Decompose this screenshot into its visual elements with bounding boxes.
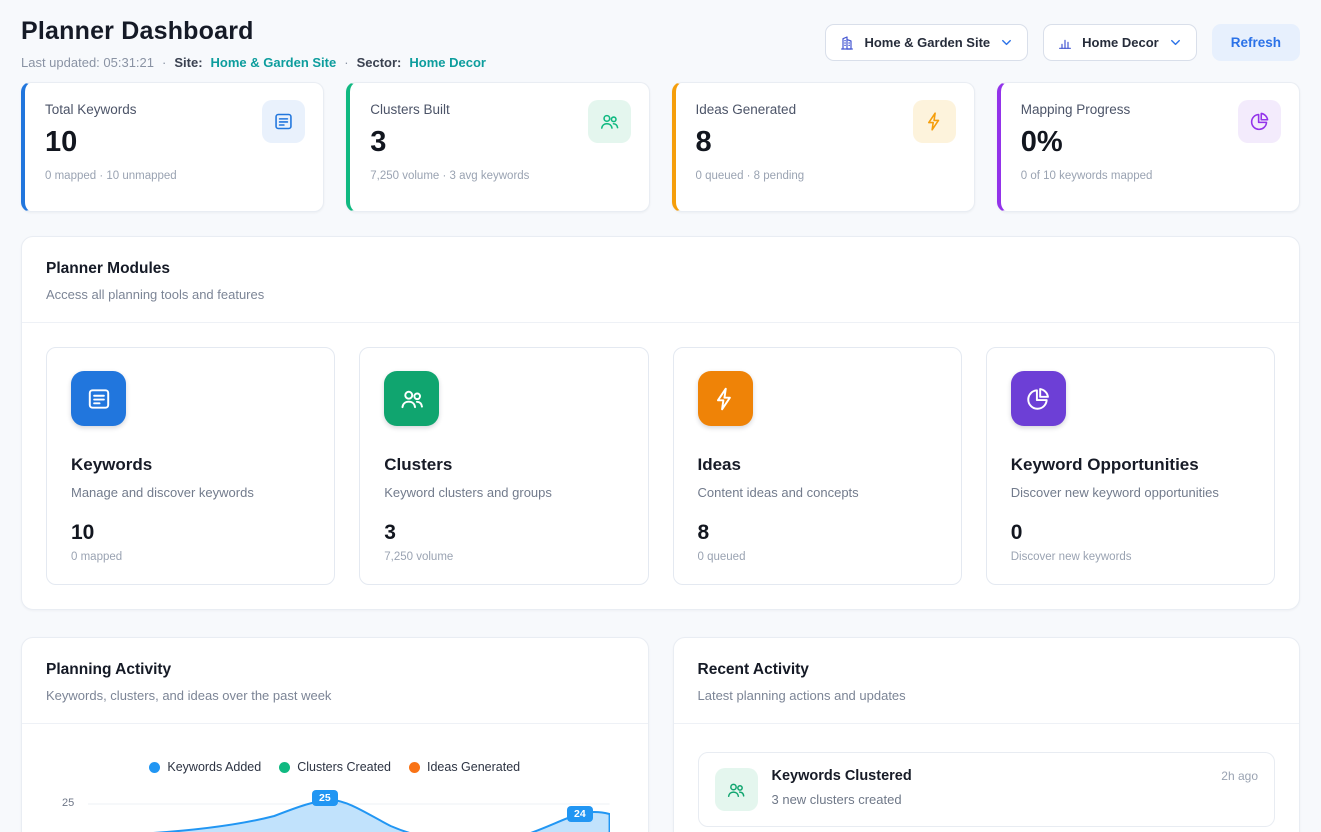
chevron-down-icon <box>999 35 1014 50</box>
legend-label: Clusters Created <box>297 760 391 774</box>
header: Planner Dashboard Last updated: 05:31:21… <box>21 16 1300 70</box>
panel-subtitle: Keywords, clusters, and ideas over the p… <box>46 688 624 703</box>
header-controls: Home & Garden Site Home Decor Refresh <box>825 24 1300 61</box>
recent-activity-panel: Recent Activity Latest planning actions … <box>673 637 1301 832</box>
planner-modules-panel: Planner Modules Access all planning tool… <box>21 236 1300 610</box>
activity-item-time: 2h ago <box>1221 769 1258 783</box>
module-description: Content ideas and concepts <box>698 485 937 500</box>
site-selector-dropdown[interactable]: Home & Garden Site <box>825 24 1028 61</box>
legend-label: Keywords Added <box>167 760 261 774</box>
sector-selector-value: Home Decor <box>1082 35 1159 50</box>
module-title: Keywords <box>71 455 310 475</box>
site-link[interactable]: Home & Garden Site <box>211 55 337 70</box>
module-card-ideas[interactable]: Ideas Content ideas and concepts 8 0 que… <box>673 347 962 585</box>
module-value: 10 <box>71 521 310 545</box>
recent-activity-body: Keywords Clustered 2h ago 3 new clusters… <box>674 724 1300 827</box>
legend-dot <box>409 762 420 773</box>
stat-card-total-keywords: Total Keywords 10 0 mapped · 10 unmapped <box>21 82 324 212</box>
sector-selector-dropdown[interactable]: Home Decor <box>1043 24 1197 61</box>
planning-activity-body: Keywords Added Clusters Created Ideas Ge… <box>22 724 648 832</box>
module-card-keywords[interactable]: Keywords Manage and discover keywords 10… <box>46 347 335 585</box>
list-icon <box>71 371 126 426</box>
site-label: Site: <box>174 55 202 70</box>
planning-activity-header: Planning Activity Keywords, clusters, an… <box>22 638 648 724</box>
pie-chart-icon <box>1238 100 1281 143</box>
site-selector-value: Home & Garden Site <box>864 35 990 50</box>
module-card-clusters[interactable]: Clusters Keyword clusters and groups 3 7… <box>359 347 648 585</box>
stat-detail: 7,250 volume · 3 avg keywords <box>370 170 628 182</box>
planning-activity-panel: Planning Activity Keywords, clusters, an… <box>21 637 649 832</box>
legend-item-keywords-added: Keywords Added <box>149 760 261 774</box>
module-title: Clusters <box>384 455 623 475</box>
module-card-keyword-opportunities[interactable]: Keyword Opportunities Discover new keywo… <box>986 347 1275 585</box>
legend-dot <box>279 762 290 773</box>
module-detail: 0 mapped <box>71 551 310 563</box>
module-detail: 0 queued <box>698 551 937 563</box>
module-value: 0 <box>1011 521 1250 545</box>
header-left: Planner Dashboard Last updated: 05:31:21… <box>21 16 486 70</box>
legend-dot <box>149 762 160 773</box>
area-chart-series <box>88 788 610 832</box>
pie-chart-icon <box>1011 371 1066 426</box>
module-value: 8 <box>698 521 937 545</box>
module-title: Ideas <box>698 455 937 475</box>
meta-separator: · <box>344 55 348 70</box>
stat-detail: 0 queued · 8 pending <box>696 170 954 182</box>
stats-row: Total Keywords 10 0 mapped · 10 unmapped… <box>21 82 1300 212</box>
recent-activity-header: Recent Activity Latest planning actions … <box>674 638 1300 724</box>
module-detail: Discover new keywords <box>1011 551 1250 563</box>
bar-chart-icon <box>1057 35 1073 51</box>
planner-modules-header: Planner Modules Access all planning tool… <box>22 237 1299 323</box>
refresh-button[interactable]: Refresh <box>1212 24 1300 61</box>
legend-item-ideas-generated: Ideas Generated <box>409 760 520 774</box>
module-description: Manage and discover keywords <box>71 485 310 500</box>
point-label-badge: 24 <box>567 806 593 822</box>
panel-title: Recent Activity <box>698 661 1276 679</box>
sector-label: Sector: <box>357 55 402 70</box>
panel-title: Planner Modules <box>46 260 1275 278</box>
chevron-down-icon <box>1168 35 1183 50</box>
bolt-icon <box>698 371 753 426</box>
module-value: 3 <box>384 521 623 545</box>
legend-item-clusters-created: Clusters Created <box>279 760 391 774</box>
planning-activity-chart: 25 25 24 <box>62 788 614 832</box>
panel-title: Planning Activity <box>46 661 624 679</box>
stat-card-clusters-built: Clusters Built 3 7,250 volume · 3 avg ke… <box>346 82 649 212</box>
last-updated-text: Last updated: 05:31:21 <box>21 55 154 70</box>
stat-detail: 0 mapped · 10 unmapped <box>45 170 303 182</box>
legend-label: Ideas Generated <box>427 760 520 774</box>
chart-legend: Keywords Added Clusters Created Ideas Ge… <box>46 760 624 774</box>
page-title: Planner Dashboard <box>21 16 486 46</box>
y-axis-tick: 25 <box>62 797 74 809</box>
list-icon <box>262 100 305 143</box>
module-title: Keyword Opportunities <box>1011 455 1250 475</box>
module-detail: 7,250 volume <box>384 551 623 563</box>
activity-item-title: Keywords Clustered <box>772 768 912 784</box>
panel-subtitle: Access all planning tools and features <box>46 287 1275 302</box>
point-label-badge: 25 <box>312 790 338 806</box>
users-icon <box>588 100 631 143</box>
panel-subtitle: Latest planning actions and updates <box>698 688 1276 703</box>
building-icon <box>839 35 855 51</box>
modules-grid: Keywords Manage and discover keywords 10… <box>22 323 1299 609</box>
meta-separator: · <box>162 55 166 70</box>
meta-row: Last updated: 05:31:21 · Site: Home & Ga… <box>21 55 486 70</box>
bottom-row: Planning Activity Keywords, clusters, an… <box>21 637 1300 832</box>
users-icon <box>715 768 758 811</box>
module-description: Keyword clusters and groups <box>384 485 623 500</box>
activity-item-description: 3 new clusters created <box>772 792 1259 807</box>
stat-detail: 0 of 10 keywords mapped <box>1021 170 1279 182</box>
users-icon <box>384 371 439 426</box>
bolt-icon <box>913 100 956 143</box>
module-description: Discover new keyword opportunities <box>1011 485 1250 500</box>
planner-dashboard-page: Planner Dashboard Last updated: 05:31:21… <box>0 0 1321 832</box>
stat-card-ideas-generated: Ideas Generated 8 0 queued · 8 pending <box>672 82 975 212</box>
activity-item-content: Keywords Clustered 2h ago 3 new clusters… <box>772 768 1259 811</box>
stat-card-mapping-progress: Mapping Progress 0% 0 of 10 keywords map… <box>997 82 1300 212</box>
activity-item-keywords-clustered[interactable]: Keywords Clustered 2h ago 3 new clusters… <box>698 752 1276 827</box>
sector-link[interactable]: Home Decor <box>409 55 486 70</box>
